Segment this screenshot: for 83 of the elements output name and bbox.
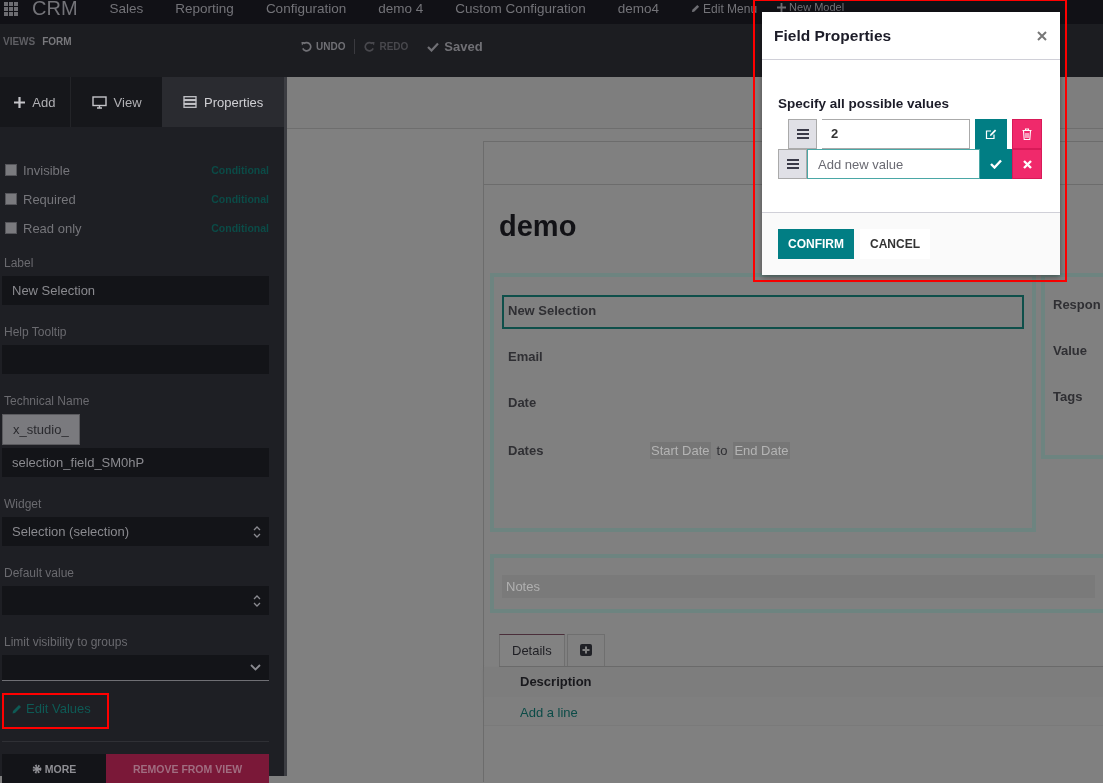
menu-item[interactable]: demo 4 (378, 1, 424, 16)
undo-button[interactable]: UNDO (301, 41, 346, 52)
check-icon (990, 159, 1002, 169)
server-icon (183, 96, 198, 108)
add-tab-button[interactable] (566, 634, 605, 666)
end-date-field[interactable]: End Date (733, 441, 790, 459)
confirm-button[interactable]: CONFIRM (778, 229, 854, 259)
edit-values-link[interactable]: Edit Values (2, 693, 109, 729)
field-label: Technical Name (3, 394, 90, 408)
close-icon (1022, 159, 1032, 169)
checkbox[interactable] (5, 222, 17, 234)
form-field[interactable]: Respon (1053, 297, 1103, 343)
drag-handle-icon[interactable] (778, 149, 807, 179)
menu-item[interactable]: demo4 (617, 1, 660, 16)
monitor-icon (91, 95, 107, 109)
redo-icon (364, 41, 376, 52)
new-value-field[interactable]: Add new value (807, 149, 980, 179)
plus-icon (14, 96, 26, 108)
range-separator: to (716, 442, 728, 458)
plus-square-icon (579, 644, 592, 656)
breadcrumb-current: FORM (42, 36, 72, 47)
undo-icon (301, 41, 312, 52)
form-field[interactable]: Email (502, 341, 1024, 375)
checkbox-label: Read only (23, 220, 83, 236)
checkbox-label: Invisible (23, 162, 71, 178)
field-label: Help Tooltip (3, 325, 67, 339)
confirm-value-button[interactable] (980, 149, 1012, 179)
delete-button[interactable] (1012, 119, 1042, 149)
form-field[interactable]: Tags (1053, 389, 1103, 435)
notebook-tab[interactable]: Details (499, 634, 565, 666)
dialog-title: Field Properties (774, 26, 892, 45)
menu-item[interactable]: Configuration (265, 1, 347, 16)
edit-button[interactable] (975, 119, 1007, 149)
studio-menu-item[interactable]: New Model (777, 1, 845, 13)
option-input[interactable]: 2 (822, 119, 970, 149)
form-field[interactable]: New Selection (502, 295, 1024, 329)
cancel-button[interactable]: CANCEL (860, 229, 930, 259)
checkbox[interactable] (5, 193, 17, 205)
select-field[interactable] (2, 586, 269, 615)
menu-item[interactable]: Custom Configuration (455, 1, 586, 16)
trash-icon (1022, 128, 1032, 140)
checkbox[interactable] (5, 164, 17, 176)
sidebar-tab[interactable]: View (70, 77, 163, 127)
check-icon (427, 41, 440, 52)
sort-caret-icon (253, 524, 261, 539)
discard-value-button[interactable] (1012, 149, 1042, 179)
add-line-link[interactable]: Add a line (520, 705, 578, 720)
apps-menu-icon[interactable] (4, 1, 18, 16)
field-label: Label (3, 256, 34, 270)
text-field[interactable]: New Selection (2, 276, 269, 305)
sidebar-tab[interactable]: Add (0, 77, 71, 127)
edit-icon (985, 128, 997, 140)
gear-icon (31, 763, 42, 774)
close-icon[interactable] (1037, 30, 1047, 41)
breadcrumb-link[interactable]: VIEWS (3, 36, 36, 47)
checkbox-label: Required (23, 191, 77, 207)
saved-status: Saved (427, 39, 483, 54)
remove-button[interactable]: REMOVE FROM VIEW (106, 754, 269, 783)
form-field[interactable]: Date (502, 387, 1024, 421)
menu-item[interactable]: Reporting (175, 1, 234, 16)
form-field[interactable]: Dates (508, 442, 644, 458)
app-name[interactable]: CRM (32, 0, 78, 20)
record-title: demo (499, 210, 577, 244)
field-label: Default value (3, 566, 75, 580)
chevron-down-icon (250, 664, 261, 671)
start-date-field[interactable]: Start Date (650, 441, 711, 459)
drag-handle-icon[interactable] (788, 119, 817, 149)
more-button[interactable]: MORE (2, 754, 106, 783)
name-prefix: x_studio_ (2, 414, 80, 445)
text-field[interactable]: selection_field_SM0hP (2, 448, 269, 477)
column-header: Description (520, 674, 592, 689)
menu-item[interactable]: Sales (109, 1, 144, 16)
dialog-prompt: Specify all possible values (778, 96, 951, 111)
select-field[interactable]: Selection (selection) (2, 517, 269, 546)
plus-icon (777, 2, 787, 12)
sidebar-tab[interactable]: Properties (162, 77, 284, 127)
pencil-icon (691, 4, 701, 13)
field-label: Widget (3, 497, 42, 511)
pencil-icon (12, 703, 22, 714)
dropdown-field[interactable] (2, 655, 269, 681)
field-label: Limit visibility to groups (3, 635, 128, 649)
form-field[interactable]: Value (1053, 343, 1103, 389)
sort-caret-icon (253, 593, 261, 608)
